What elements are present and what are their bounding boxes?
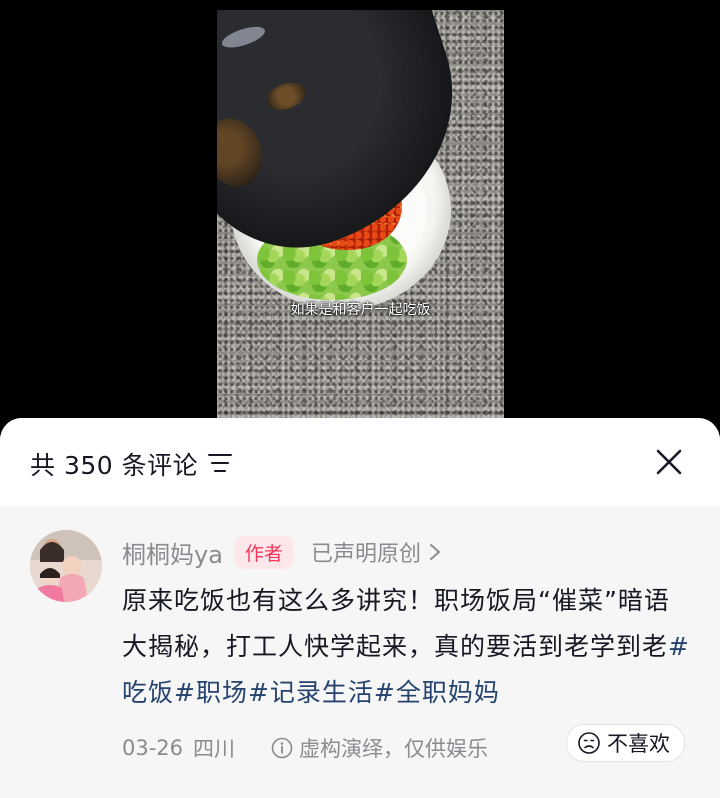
avatar[interactable] (30, 530, 102, 602)
dislike-label: 不喜欢 (607, 732, 670, 756)
close-icon[interactable] (654, 447, 684, 477)
comment-text: 原来吃饭也有这么多讲究！职场饭局“催菜”暗语大揭秘，打工人快学起来，真的要活到老… (122, 578, 692, 716)
hashtag-link[interactable]: #记录生活 (248, 678, 374, 707)
video-subtitle: 如果是和客户一起吃饭 (290, 302, 431, 318)
original-label: 已声明原创 (310, 542, 421, 567)
comments-sheet: 共 350 条评论 桐桐妈ya 作者 已声明原创 原来吃饭也有这么多讲究！职场饭… (0, 418, 720, 798)
oil-bubbles (217, 111, 271, 195)
comment-region: 四川 (193, 737, 236, 761)
oil-bubbles-2 (263, 78, 310, 115)
video-player[interactable]: 如果是和客户一起吃饭 (217, 10, 504, 418)
disclaimer-text: 虚构演绎，仅供娱乐 (299, 737, 489, 761)
author-badge: 作者 (234, 535, 293, 569)
comments-count-title: 共 350 条评论 (30, 451, 199, 480)
avatar-photo (30, 530, 102, 602)
comment-item: 桐桐妈ya 作者 已声明原创 原来吃饭也有这么多讲究！职场饭局“催菜”暗语大揭秘… (0, 506, 720, 798)
author-name[interactable]: 桐桐妈ya (122, 535, 223, 570)
filter-icon[interactable] (208, 452, 232, 474)
wok-highlight (219, 22, 268, 52)
comment-date: 03-26 (122, 736, 184, 760)
hashtag-link[interactable]: #全职妈妈 (374, 678, 500, 707)
dislike-button[interactable]: 不喜欢 (566, 724, 685, 762)
comment-body: 原来吃饭也有这么多讲究！职场饭局“催菜”暗语大揭秘，打工人快学起来，真的要活到老… (122, 586, 670, 661)
original-declaration-link[interactable]: 已声明原创 (311, 536, 441, 568)
hashtag-link[interactable]: #职场 (174, 678, 248, 707)
comments-header: 共 350 条评论 (0, 418, 720, 506)
comment-meta: 03-26 四川 虚构演绎，仅供娱乐 (122, 730, 488, 766)
info-icon (271, 737, 293, 759)
author-row: 桐桐妈ya 作者 已声明原创 (122, 534, 441, 570)
sad-face-icon (578, 732, 600, 754)
chevron-right-icon (429, 544, 440, 560)
